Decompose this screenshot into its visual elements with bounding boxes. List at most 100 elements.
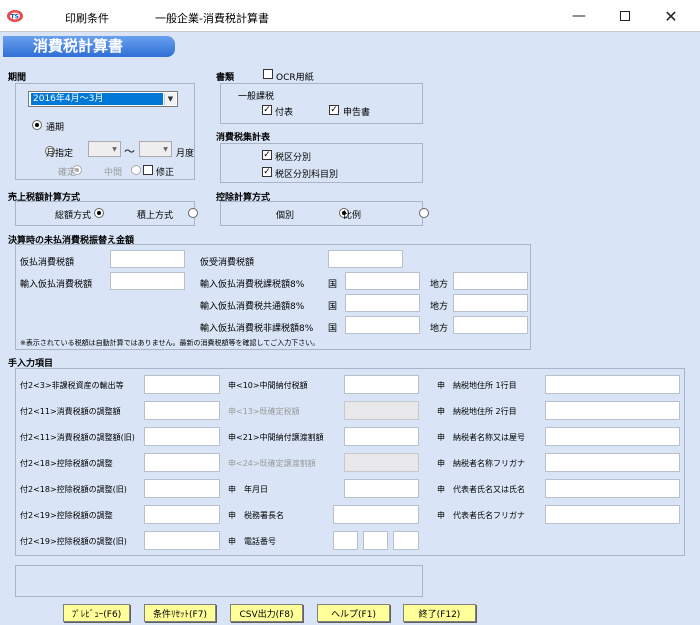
preview-button[interactable]: ﾌﾟﾚﾋﾞｭｰ(F6) [63, 604, 130, 622]
manual-col1-input[interactable] [144, 427, 220, 446]
manual-col3-input[interactable] [545, 401, 680, 420]
attachment-label: 付表 [275, 108, 294, 118]
manual-col2-label: 申<21>中間納付譲渡割額 [228, 433, 324, 442]
by-rate-account-checkbox[interactable]: ✓ [262, 167, 272, 177]
tilde-label: ～ [124, 145, 135, 158]
manual-col2-label: 申<24>既確定譲渡割額 [228, 459, 316, 468]
chevron-down-icon: ▼ [112, 145, 117, 153]
manual-col2-label: 申 電話番号 [228, 537, 276, 546]
phone-number-input[interactable] [393, 531, 419, 550]
month-unit-label: 月度 [176, 149, 195, 159]
manual-col2-label: 申<10>中間納付税額 [228, 381, 308, 390]
manual-col2-input [344, 401, 419, 420]
month-label: 月指定 [46, 149, 74, 159]
local-label: 地方 [430, 280, 449, 290]
manual-col1-label: 付2<11>消費税額の調整額(旧) [20, 433, 135, 442]
help-button[interactable]: ヘルプ(F1) [317, 604, 390, 622]
check-icon: ✓ [263, 149, 271, 160]
manual-col1-label: 付2<3>非課税資産の輸出等 [20, 381, 124, 390]
check-icon: ✓ [263, 104, 271, 115]
confirmed-label: 確定 [58, 168, 77, 178]
period-select[interactable]: 2016年4月～3月 ▼ [28, 91, 178, 107]
local-label: 地方 [430, 324, 449, 334]
manual-col2-input[interactable] [344, 479, 419, 498]
manual-col3-input[interactable] [545, 427, 680, 446]
manual-col1-input[interactable] [144, 531, 220, 550]
import-taxable-local-input[interactable] [453, 272, 528, 290]
manual-col3-input[interactable] [545, 375, 680, 394]
period-select-value: 2016年4月～3月 [31, 93, 163, 105]
manual-col2-input[interactable] [333, 505, 419, 524]
import-taxable-label: 輸入仮払消費税課税額8% [200, 280, 305, 290]
manual-col2-input[interactable] [344, 375, 419, 394]
phone-area-input[interactable] [333, 531, 358, 550]
correction-checkbox[interactable] [143, 165, 153, 175]
provisional-paid-input[interactable] [110, 250, 185, 268]
radio-accumulate-method[interactable] [188, 208, 199, 218]
month-from-select[interactable]: ▼ [88, 141, 121, 157]
import-paid-label: 輸入仮払消費税額 [20, 280, 93, 290]
maximize-icon [620, 11, 630, 21]
reset-button[interactable]: 条件ﾘｾｯﾄ(F7) [144, 604, 216, 622]
manual-col1-input[interactable] [144, 453, 220, 472]
close-icon: ✕ [664, 6, 678, 26]
manual-col3-label: 申 納税者名称又は屋号 [437, 433, 525, 442]
csv-export-button[interactable]: CSV出力(F8) [230, 604, 303, 622]
import-common-label: 輸入仮払消費税共通額8% [200, 302, 305, 312]
manual-col2-label: 申 税務署長名 [228, 511, 284, 520]
manual-col3-label: 申 代表者氏名又は氏名 [437, 485, 525, 494]
manual-col2-input [344, 453, 419, 472]
phone-local-input[interactable] [363, 531, 388, 550]
radio-full-year[interactable] [32, 120, 42, 130]
manual-col3-label: 申 納税者名称フリガナ [437, 459, 525, 468]
manual-col3-input[interactable] [545, 453, 680, 472]
radio-interim[interactable] [130, 165, 141, 175]
manual-col3-input[interactable] [545, 505, 680, 524]
manual-col2-label: 申<13>既確定税額 [228, 407, 300, 416]
import-common-local-input[interactable] [453, 294, 528, 312]
maximize-button[interactable] [602, 0, 648, 32]
individual-label: 個別 [276, 211, 295, 221]
ocr-checkbox[interactable] [263, 69, 273, 79]
import-nontaxable-national-input[interactable] [345, 316, 420, 334]
minimize-button[interactable]: — [556, 0, 602, 32]
window-subtitle: 一般企業-消費税計算書 [155, 12, 269, 25]
month-to-select[interactable]: ▼ [139, 141, 172, 157]
manual-col1-label: 付2<11>消費税額の調整額 [20, 407, 121, 416]
summary-label: 消費税集計表 [216, 133, 271, 143]
close-button[interactable]: ✕ [648, 0, 694, 32]
import-nontaxable-label: 輸入仮払消費税非課税額8% [200, 324, 314, 334]
svg-text:TS: TS [11, 14, 19, 21]
proportional-label: 比例 [343, 211, 362, 221]
import-nontaxable-local-input[interactable] [453, 316, 528, 334]
attachment-checkbox[interactable]: ✓ [262, 105, 272, 115]
app-logo-icon: TS [7, 10, 23, 22]
manual-col1-input[interactable] [144, 505, 220, 524]
check-icon: ✓ [330, 104, 338, 115]
return-label: 申告書 [343, 108, 371, 118]
provisional-paid-label: 仮払消費税額 [20, 258, 75, 268]
interim-label: 中間 [104, 168, 123, 178]
national-label: 国 [328, 302, 338, 312]
by-rate-checkbox[interactable]: ✓ [262, 150, 272, 160]
chevron-down-icon: ▼ [163, 145, 168, 153]
import-paid-input[interactable] [110, 272, 185, 290]
manual-col2-input[interactable] [344, 427, 419, 446]
manual-col1-input[interactable] [144, 375, 220, 394]
manual-col1-label: 付2<19>控除税額の調整 [20, 511, 113, 520]
message-area [15, 565, 423, 597]
provisional-received-input[interactable] [328, 250, 403, 268]
radio-proportional[interactable] [419, 208, 430, 218]
accumulate-method-label: 積上方式 [137, 211, 174, 221]
import-taxable-national-input[interactable] [345, 272, 420, 290]
total-method-label: 総額方式 [55, 211, 92, 221]
manual-col3-input[interactable] [545, 479, 680, 498]
exit-button[interactable]: 終了(F12) [403, 604, 476, 622]
import-common-national-input[interactable] [345, 294, 420, 312]
return-checkbox[interactable]: ✓ [329, 105, 339, 115]
manual-col1-input[interactable] [144, 401, 220, 420]
radio-total-method[interactable] [93, 208, 104, 218]
by-rate-label: 税区分別 [275, 153, 312, 163]
manual-col1-input[interactable] [144, 479, 220, 498]
page-banner: 消費税計算書 [3, 36, 175, 57]
